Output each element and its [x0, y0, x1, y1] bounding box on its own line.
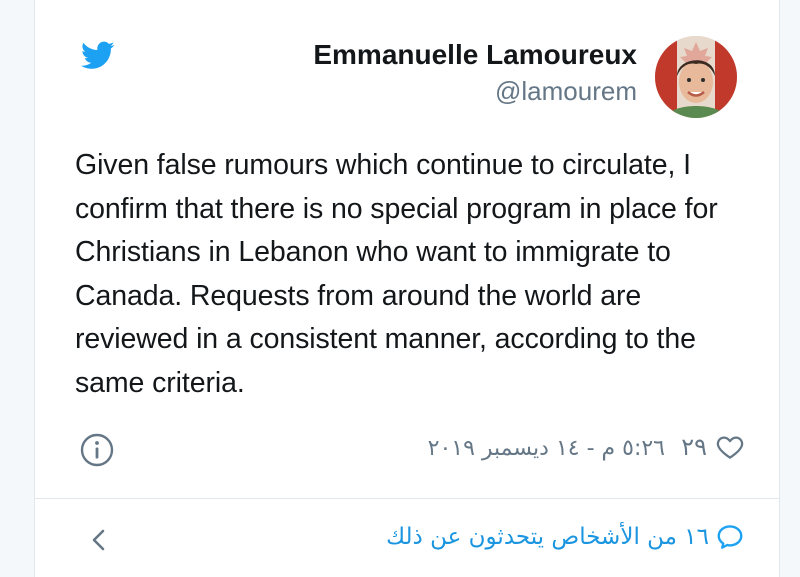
- tweet-author[interactable]: Emmanuelle Lamoureux @lamourem: [313, 38, 637, 108]
- author-handle[interactable]: @lamourem: [313, 74, 637, 108]
- like-count: ٢٩: [681, 433, 707, 461]
- divider: [35, 498, 779, 499]
- info-circle-icon[interactable]: [79, 432, 115, 468]
- tweet-footer: ١٦ من الأشخاص يتحدثون عن ذلك: [75, 520, 745, 560]
- speech-bubble-icon: [717, 525, 743, 549]
- people-talking-link[interactable]: ١٦ من الأشخاص يتحدثون عن ذلك: [386, 522, 745, 552]
- tweet-meta: ٥:٢٦ م - ١٤ ديسمبر ٢٠١٩ ٢٩: [75, 430, 745, 470]
- avatar[interactable]: [655, 36, 737, 118]
- twitter-bird-icon[interactable]: [79, 38, 117, 72]
- author-name[interactable]: Emmanuelle Lamoureux: [313, 38, 637, 72]
- tweet-card: Emmanuelle Lamoureux @lamourem Given fal…: [34, 0, 780, 577]
- chevron-left-icon[interactable]: [85, 526, 113, 554]
- like-button[interactable]: ٢٩: [681, 432, 745, 462]
- heart-outline-icon[interactable]: [715, 432, 745, 462]
- people-talking-label[interactable]: ١٦ من الأشخاص يتحدثون عن ذلك: [386, 524, 709, 550]
- tweet-timestamp[interactable]: ٥:٢٦ م - ١٤ ديسمبر ٢٠١٩: [428, 436, 665, 461]
- tweet-text: Given false rumours which continue to ci…: [75, 149, 718, 399]
